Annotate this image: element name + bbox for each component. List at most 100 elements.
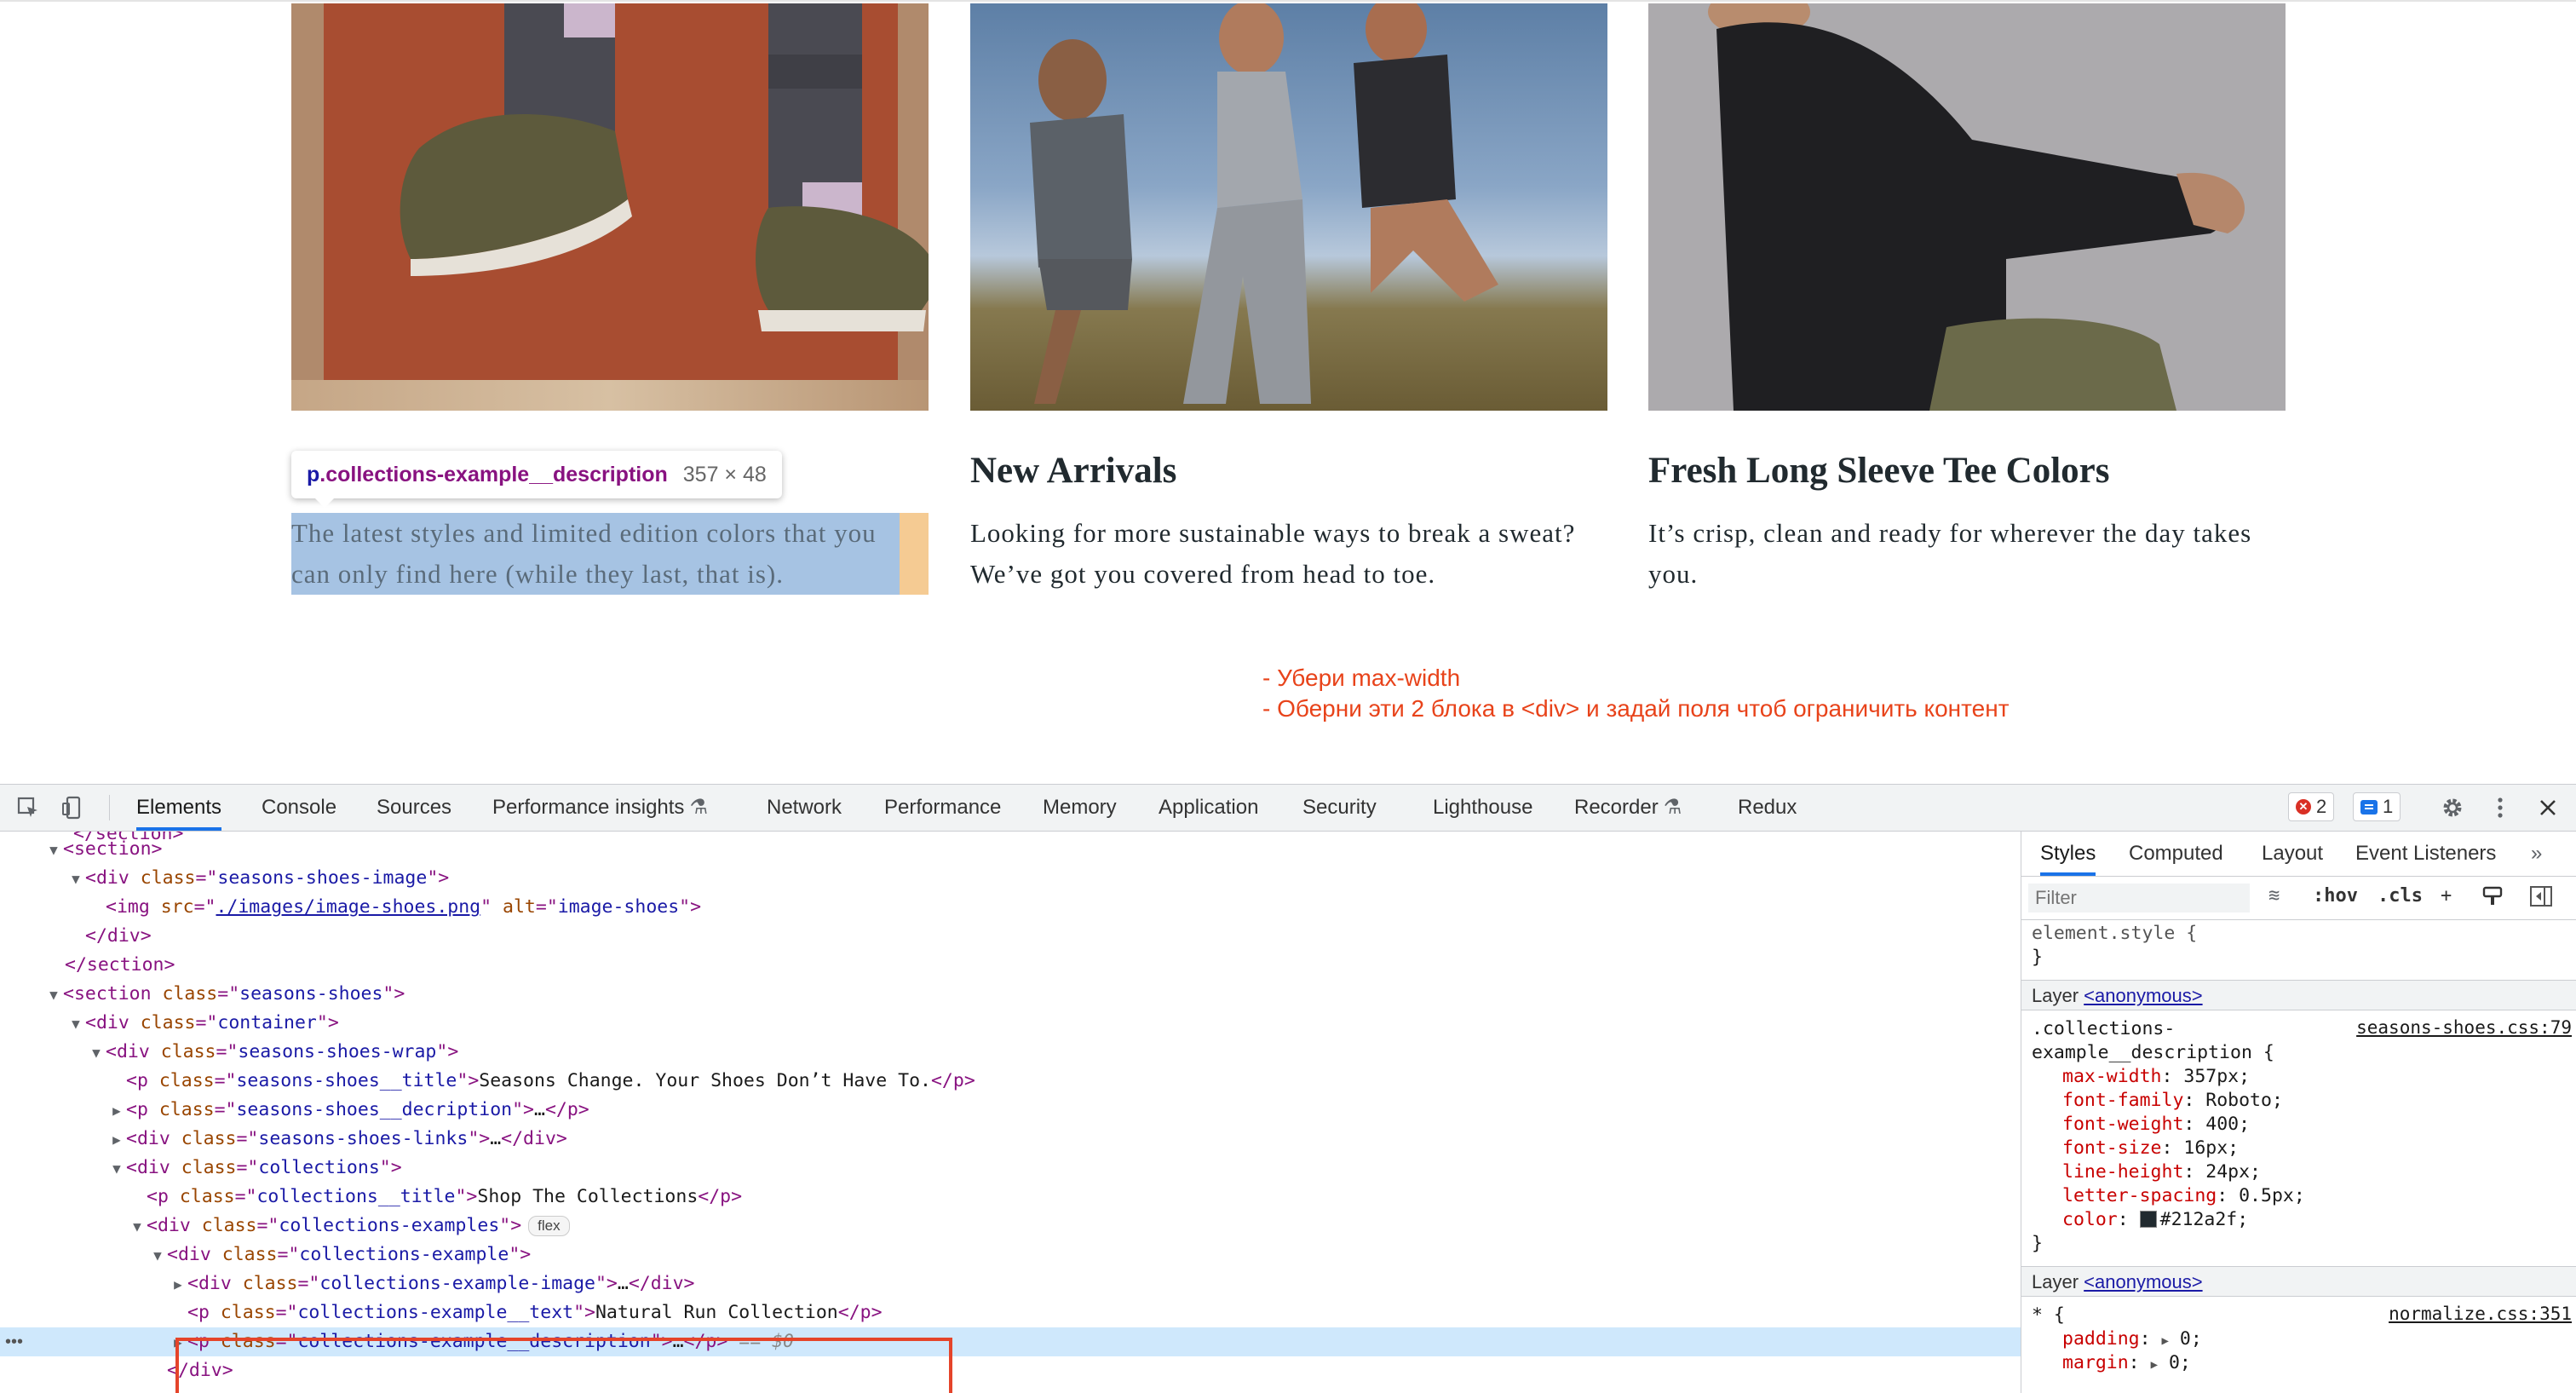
collapse-triangle-icon[interactable]: ▼ <box>66 865 85 894</box>
dom-node[interactable]: ▼ <section class="seasons-shoes"> <box>0 980 2021 1009</box>
dom-node[interactable]: </section> <box>0 951 2021 980</box>
collapse-triangle-icon[interactable]: ▼ <box>44 836 63 865</box>
layer-link[interactable]: <anonymous> <box>2084 1271 2202 1292</box>
dom-node[interactable]: </div> <box>0 1356 2021 1385</box>
expand-triangle-icon[interactable]: ▶ <box>107 1097 126 1125</box>
tab-performance-insights[interactable]: Performance insights ⚗ <box>492 785 708 831</box>
flex-badge[interactable]: flex <box>528 1216 570 1236</box>
dom-node[interactable]: ▼ <section> <box>0 835 2021 864</box>
tab-sources[interactable]: Sources <box>377 785 451 831</box>
expand-triangle-icon[interactable]: ▶ <box>2162 1334 2169 1348</box>
dom-node[interactable]: ▼ <div class="collections-example"> <box>0 1240 2021 1269</box>
css-value[interactable]: 0; <box>2169 1352 2191 1373</box>
collapse-triangle-icon[interactable]: ▼ <box>148 1241 167 1270</box>
tab-redux[interactable]: Redux <box>1738 785 1797 831</box>
collapse-triangle-icon[interactable]: ▼ <box>107 1154 126 1183</box>
dom-node[interactable]: ▶ <div class="collections-example-image">… <box>0 1269 2021 1298</box>
css-property[interactable]: padding <box>2062 1328 2140 1350</box>
tab-recorder[interactable]: Recorder ⚗ <box>1574 785 1682 831</box>
css-property[interactable]: margin <box>2062 1352 2129 1373</box>
tab-network[interactable]: Network <box>767 785 842 831</box>
css-property[interactable]: font-family <box>2062 1090 2183 1111</box>
inspect-element-icon[interactable] <box>14 793 43 822</box>
rendering-toggle-icon[interactable]: ≋ <box>2268 885 2280 907</box>
css-value[interactable]: 357px; <box>2183 1066 2250 1087</box>
dom-node[interactable]: ▼ <div class="collections-examples"> flex <box>0 1212 2021 1240</box>
sidebar-toggle-icon[interactable] <box>2529 885 2553 912</box>
css-value[interactable]: 24px; <box>2205 1161 2261 1183</box>
dom-node[interactable]: ▶ <p class="seasons-shoes__decription">…<… <box>0 1096 2021 1125</box>
css-declaration[interactable]: max-width: 357px; <box>2062 1065 2250 1089</box>
css-value[interactable]: #212a2f; <box>2160 1209 2249 1230</box>
rule-selector[interactable]: .collections- <box>2032 1017 2175 1041</box>
css-declaration[interactable]: line-height: 24px; <box>2062 1160 2261 1184</box>
dom-node[interactable]: ▼ <div class="seasons-shoes-image"> <box>0 864 2021 893</box>
dom-node[interactable]: ▶ <div class="seasons-shoes-links">…</div… <box>0 1125 2021 1154</box>
css-property[interactable]: font-weight <box>2062 1114 2183 1135</box>
css-declaration[interactable]: margin: ▶ 0; <box>2062 1351 2191 1377</box>
tab-lighthouse[interactable]: Lighthouse <box>1433 785 1532 831</box>
dom-attr-link[interactable]: ./images/image-shoes.png <box>216 896 480 918</box>
css-declaration[interactable]: color: #212a2f; <box>2062 1208 2248 1232</box>
css-property[interactable]: letter-spacing <box>2062 1185 2217 1206</box>
tab-performance[interactable]: Performance <box>884 785 1001 831</box>
dom-node[interactable]: <p class="collections-example__text">Nat… <box>0 1298 2021 1327</box>
layer-link[interactable]: <anonymous> <box>2084 985 2202 1006</box>
tab-styles[interactable]: Styles <box>2040 832 2096 876</box>
expand-triangle-icon[interactable]: ▶ <box>2151 1358 2158 1372</box>
css-value[interactable]: 0.5px; <box>2239 1185 2305 1206</box>
styles-filter-input[interactable] <box>2028 884 2250 912</box>
message-counter[interactable]: 1 <box>2353 792 2401 821</box>
cls-toggle[interactable]: .cls <box>2378 885 2423 907</box>
tab-memory[interactable]: Memory <box>1043 785 1117 831</box>
tab-security[interactable]: Security <box>1302 785 1377 831</box>
css-value[interactable]: 0; <box>2180 1328 2202 1350</box>
hov-toggle[interactable]: :hov <box>2313 885 2358 907</box>
collapse-triangle-icon[interactable]: ▼ <box>44 981 63 1010</box>
more-icon[interactable]: ••• <box>5 1327 23 1356</box>
gear-icon[interactable] <box>2438 793 2467 822</box>
css-property[interactable]: line-height <box>2062 1161 2183 1183</box>
stylesheet-link[interactable]: normalize.css:351 <box>2389 1304 2572 1324</box>
css-declaration[interactable]: letter-spacing: 0.5px; <box>2062 1184 2305 1208</box>
collapse-triangle-icon[interactable]: ▼ <box>128 1212 147 1241</box>
css-value[interactable]: 16px; <box>2183 1137 2239 1159</box>
rule-selector-cont[interactable]: example__description { <box>2032 1041 2274 1065</box>
expand-triangle-icon[interactable]: ▶ <box>107 1125 126 1154</box>
dom-node[interactable]: <p class="seasons-shoes__title">Seasons … <box>0 1067 2021 1096</box>
dom-node[interactable]: ▼ <div class="container"> <box>0 1009 2021 1038</box>
css-property[interactable]: color <box>2062 1209 2118 1230</box>
dom-node-selected[interactable]: ••• ▶ <p class="collections-example__descr… <box>0 1327 2021 1356</box>
dom-ellipsis[interactable]: … <box>618 1273 629 1294</box>
add-rule-icon[interactable]: + <box>2441 885 2452 907</box>
close-icon[interactable] <box>2533 793 2562 822</box>
paint-icon[interactable] <box>2481 885 2504 912</box>
more-options-icon[interactable] <box>2486 793 2515 822</box>
tab-computed[interactable]: Computed <box>2129 832 2223 876</box>
tab-application[interactable]: Application <box>1159 785 1258 831</box>
tab-elements[interactable]: Elements <box>136 785 222 831</box>
dom-ellipsis[interactable]: … <box>490 1128 501 1149</box>
tab-console[interactable]: Console <box>262 785 336 831</box>
color-swatch[interactable] <box>2139 1211 2157 1228</box>
tab-layout[interactable]: Layout <box>2262 832 2323 876</box>
expand-triangle-icon[interactable]: ▶ <box>169 1270 187 1299</box>
expand-triangle-icon[interactable]: ▶ <box>169 1328 187 1357</box>
element-style-rule[interactable]: element.style { <box>2032 922 2197 946</box>
dom-node[interactable]: <p class="collections__title">Shop The C… <box>0 1183 2021 1212</box>
chevron-double-right-icon[interactable]: » <box>2531 832 2542 876</box>
dom-node[interactable]: <img src="./images/image-shoes.png" alt=… <box>0 893 2021 922</box>
dom-node[interactable]: </div> <box>0 922 2021 951</box>
dom-node[interactable]: ▼ <div class="seasons-shoes-wrap"> <box>0 1038 2021 1067</box>
css-declaration[interactable]: font-weight: 400; <box>2062 1113 2250 1137</box>
dom-ellipsis[interactable]: … <box>534 1099 545 1120</box>
css-property[interactable]: max-width <box>2062 1066 2162 1087</box>
error-counter[interactable]: ✕ 2 <box>2288 792 2335 821</box>
device-toolbar-icon[interactable] <box>58 793 87 822</box>
collapse-triangle-icon[interactable]: ▼ <box>66 1010 85 1039</box>
css-value[interactable]: Roboto; <box>2205 1090 2283 1111</box>
dom-ellipsis[interactable]: … <box>673 1331 684 1352</box>
css-declaration[interactable]: font-size: 16px; <box>2062 1137 2239 1160</box>
rule-selector[interactable]: * { <box>2032 1304 2065 1327</box>
dom-node[interactable]: ▼ <div class="collections"> <box>0 1154 2021 1183</box>
